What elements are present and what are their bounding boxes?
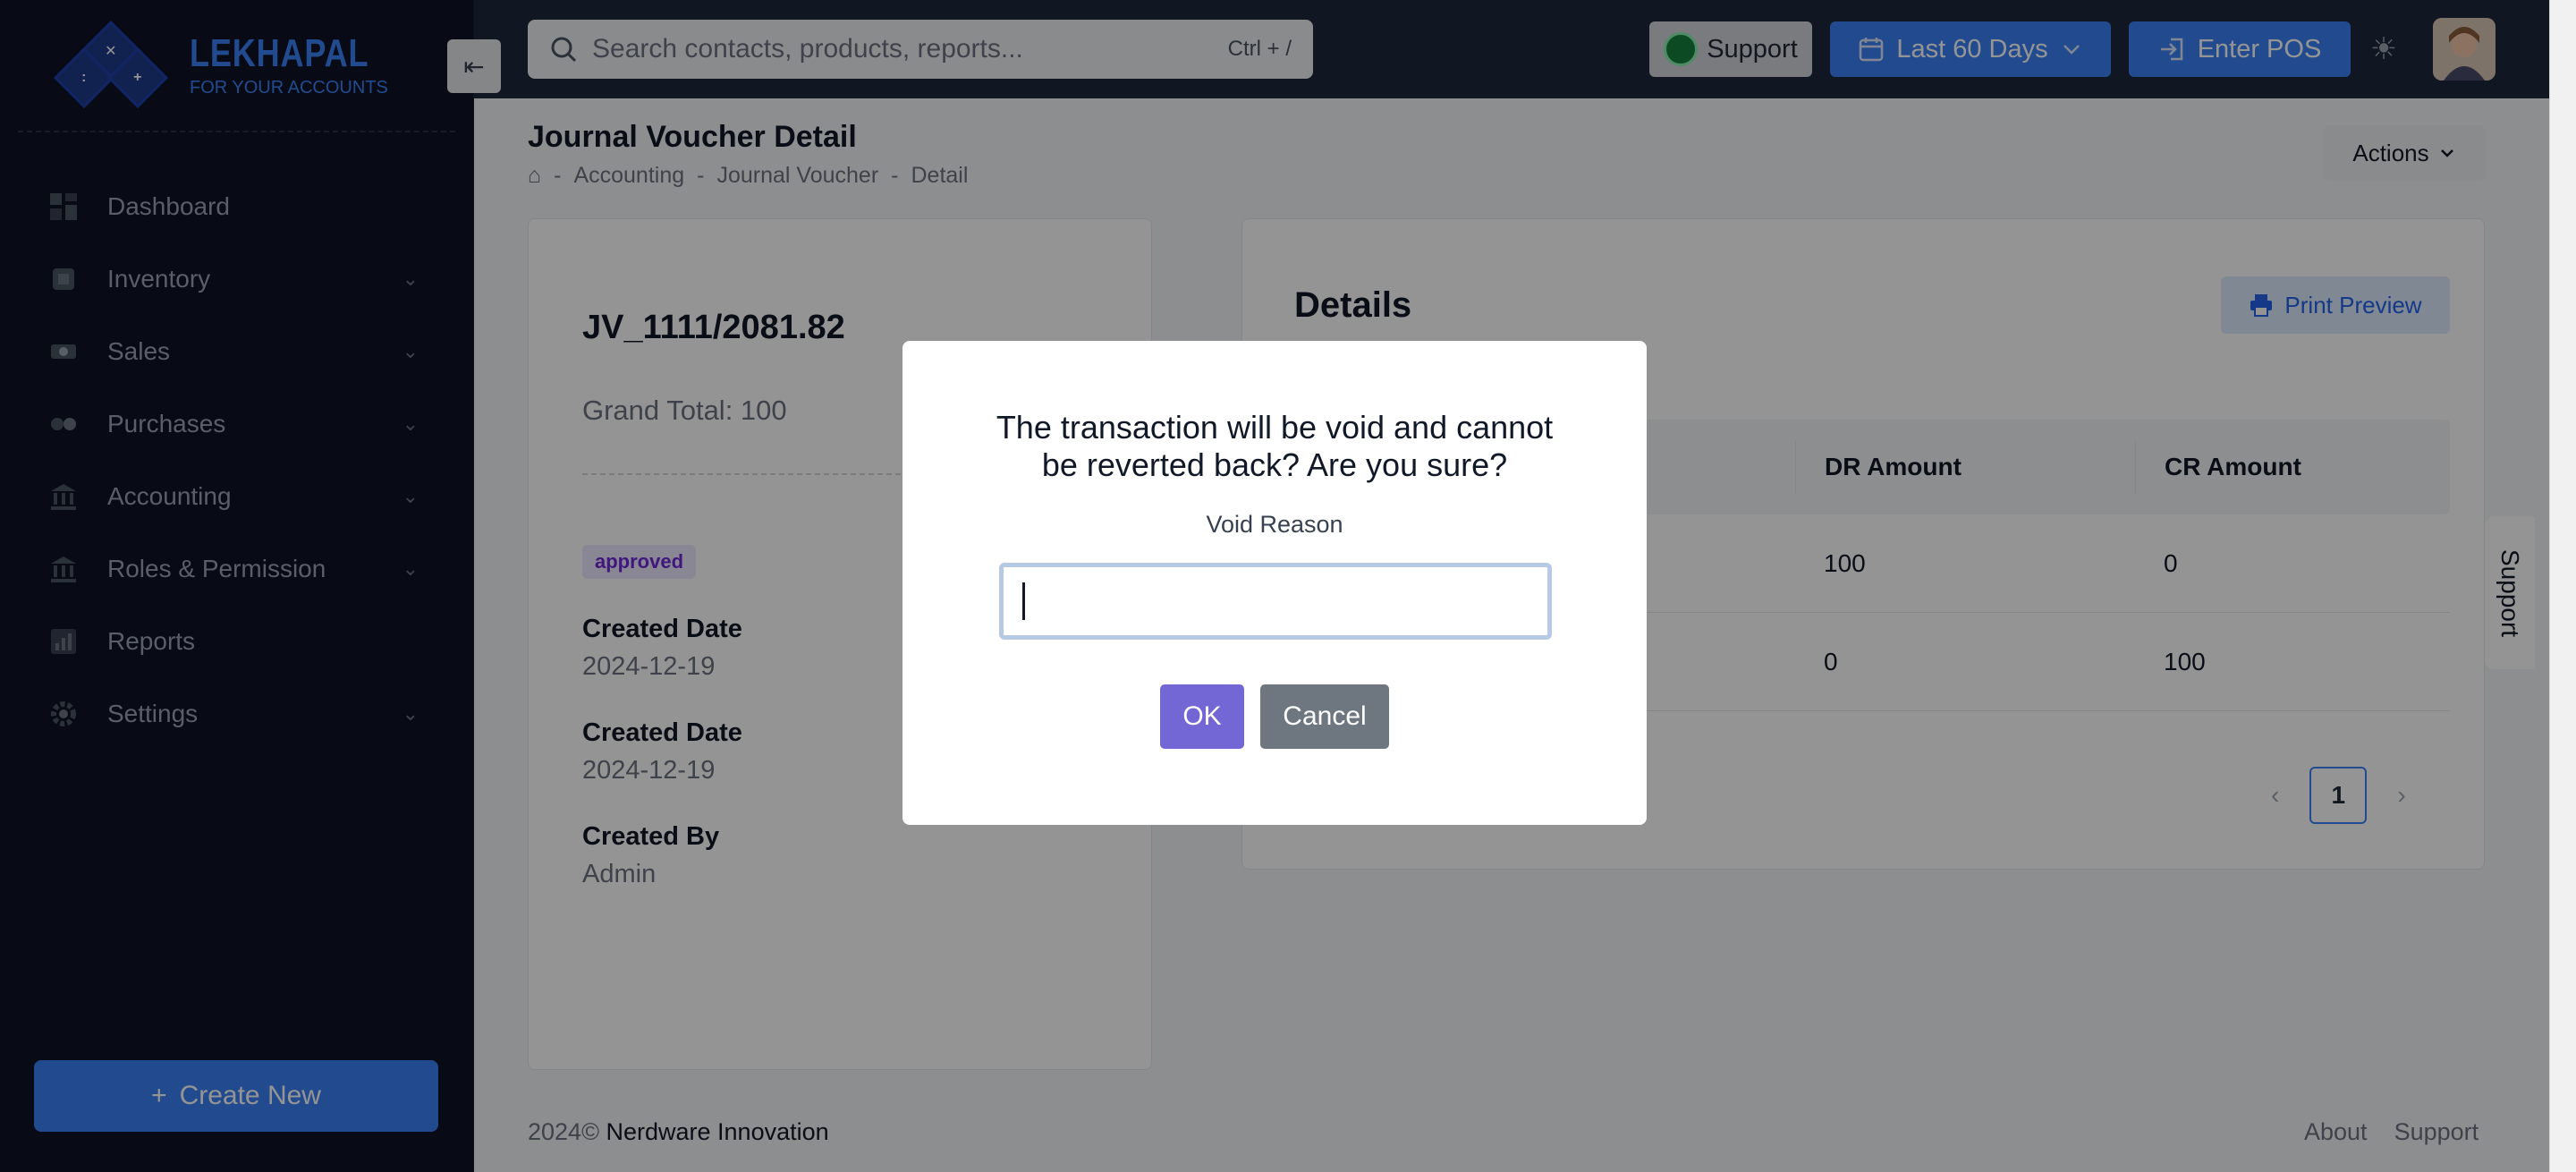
dialog-message: The transaction will be void and cannot … <box>996 409 1554 483</box>
page-scrollbar[interactable] <box>2549 0 2576 1172</box>
void-reason-label: Void Reason <box>1206 511 1343 538</box>
ok-button[interactable]: OK <box>1160 684 1244 749</box>
void-reason-input[interactable] <box>999 563 1552 640</box>
cancel-button[interactable]: Cancel <box>1260 684 1389 749</box>
void-confirmation-dialog: The transaction will be void and cannot … <box>902 341 1647 825</box>
text-caret <box>1022 582 1025 620</box>
